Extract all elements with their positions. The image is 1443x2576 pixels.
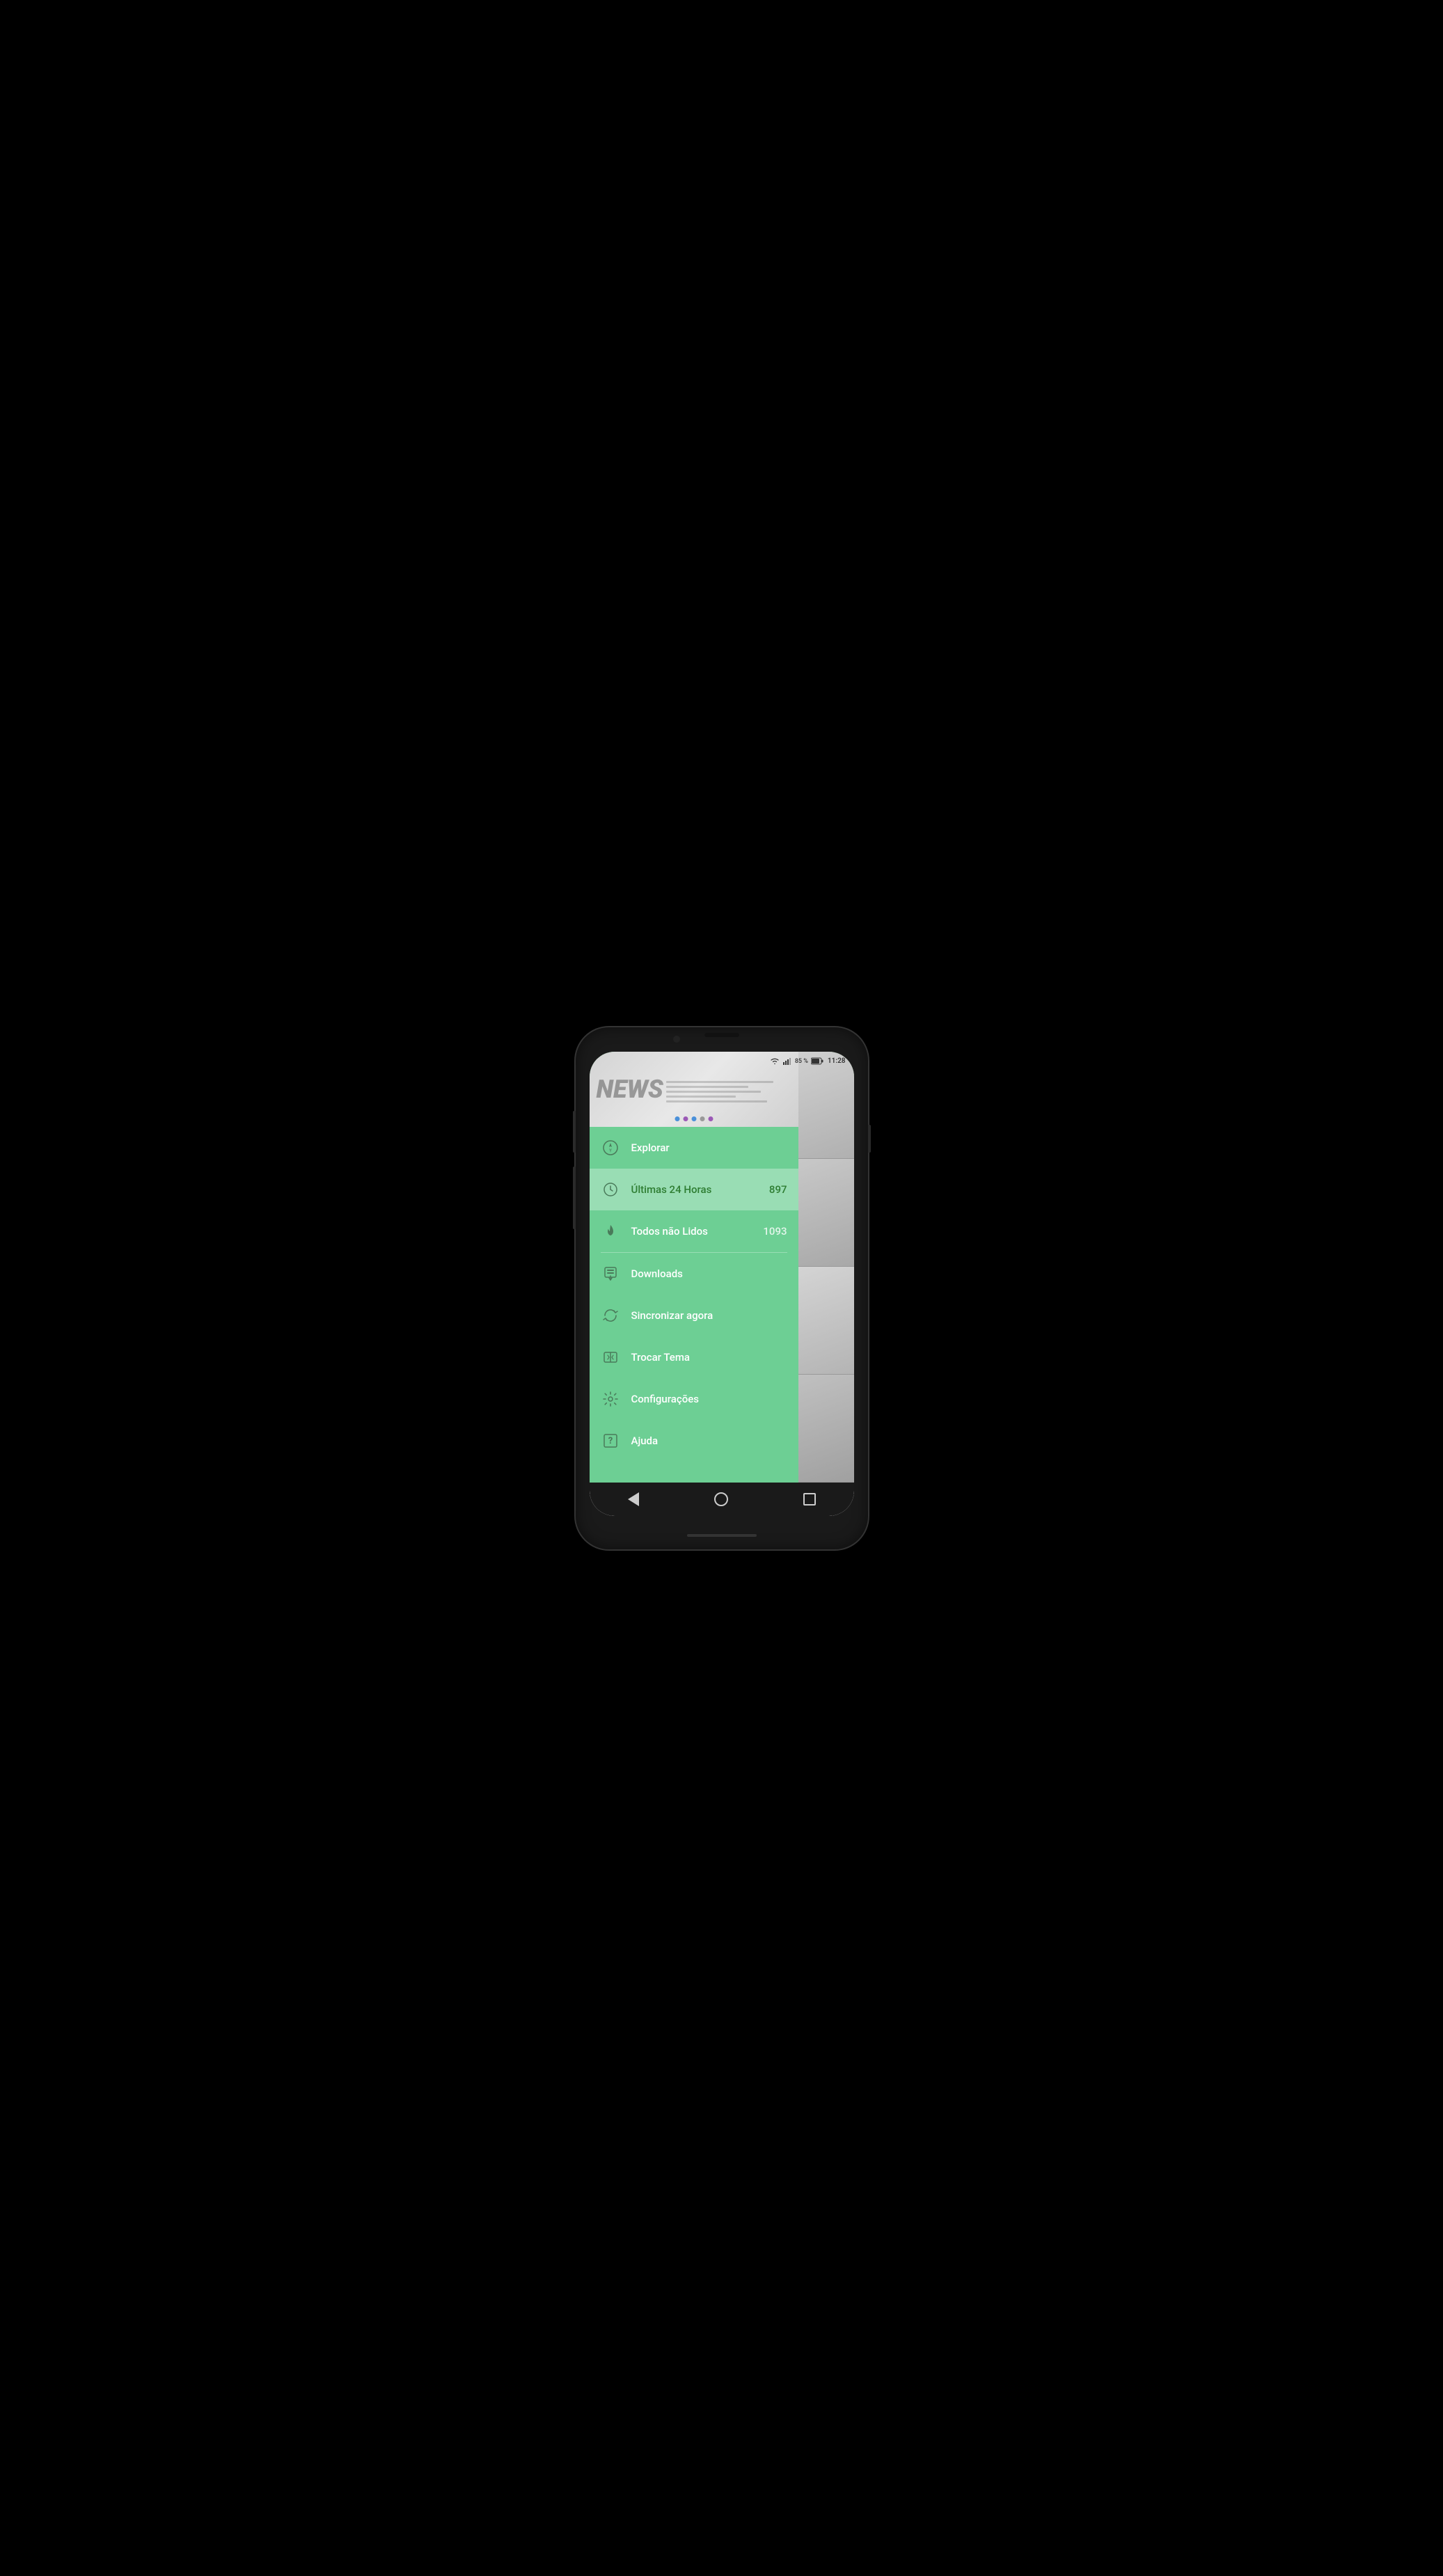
thumb-4 [798,1375,854,1483]
gear-icon [601,1389,620,1409]
screen: 85 % 11:28 NEWS ⋮ [590,1052,854,1517]
todos-badge: 1093 [763,1225,787,1238]
compass-icon [601,1138,620,1157]
banner-dots [675,1116,713,1121]
trocar-tema-label: Trocar Tema [631,1351,787,1364]
sincronizar-label: Sincronizar agora [631,1309,787,1322]
ajuda-label: Ajuda [631,1435,787,1447]
menu-item-explorar[interactable]: Explorar [590,1127,798,1169]
menu-item-ultimas24h[interactable]: Últimas 24 Horas 897 [590,1169,798,1210]
drawer-news-logo: NEWS [590,1075,663,1104]
battery-percent: 85 % [795,1058,808,1065]
phone-speaker [704,1033,739,1037]
menu-item-sincronizar[interactable]: Sincronizar agora [590,1295,798,1336]
phone-camera [673,1036,680,1043]
dot-3 [691,1116,696,1121]
explorar-label: Explorar [631,1141,787,1154]
thumb-3 [798,1267,854,1375]
right-thumbnails [798,1052,854,1483]
ultimas24h-badge: 897 [769,1183,787,1196]
signal-icon [782,1057,792,1065]
dot-4 [700,1116,704,1121]
sync-icon [601,1306,620,1325]
downloads-label: Downloads [631,1267,787,1280]
menu-item-configuracoes[interactable]: Configurações [590,1378,798,1420]
screen-content: NEWS ⋮ [590,1052,854,1483]
home-button[interactable] [704,1485,739,1513]
clock-time: 11:28 [828,1057,846,1065]
battery-icon [811,1057,823,1065]
menu-item-trocar-tema[interactable]: Trocar Tema [590,1336,798,1378]
dot-5 [708,1116,713,1121]
theme-icon [601,1348,620,1367]
phone-screen: 85 % 11:28 NEWS ⋮ [590,1052,854,1517]
menu-item-todos[interactable]: Todos não Lidos 1093 [590,1210,798,1252]
recents-icon [803,1493,816,1506]
status-bar-right: 85 % 11:28 [770,1057,846,1065]
dot-2 [683,1116,688,1121]
menu-items: Explorar Últimas 24 Horas [590,1127,798,1483]
ultimas24h-label: Últimas 24 Horas [631,1183,769,1196]
thumb-2 [798,1159,854,1267]
navigation-bar [590,1483,854,1516]
home-icon [714,1492,728,1506]
recents-button[interactable] [792,1485,827,1513]
drawer-header-lines [663,1075,798,1103]
configuracoes-label: Configurações [631,1393,787,1405]
phone-device: 85 % 11:28 NEWS ⋮ [576,1027,868,1549]
wifi-icon [770,1057,780,1065]
back-icon [628,1492,639,1506]
help-icon: ? [601,1431,620,1451]
dot-1 [675,1116,679,1121]
svg-text:?: ? [608,1436,612,1446]
menu-item-ajuda[interactable]: ? Ajuda [590,1420,798,1462]
todos-label: Todos não Lidos [631,1225,764,1238]
fire-icon [601,1222,620,1241]
navigation-drawer: NEWS [590,1052,798,1483]
clock-icon [601,1180,620,1199]
menu-item-downloads[interactable]: Downloads [590,1253,798,1295]
back-button[interactable] [616,1485,651,1513]
phone-bottom-bar [687,1534,757,1537]
download-icon [601,1264,620,1283]
phone-bottom [687,1522,757,1549]
status-bar: 85 % 11:28 [590,1052,854,1071]
